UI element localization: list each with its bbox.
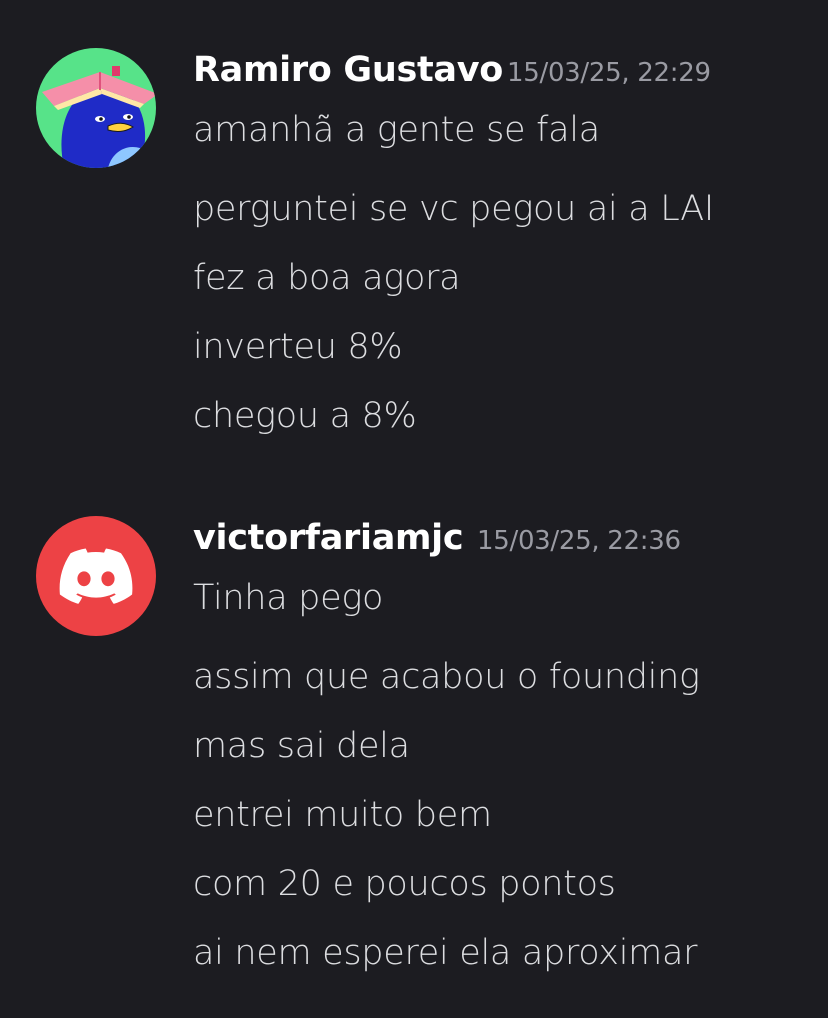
message-line: com 20 e poucos pontos [193, 864, 616, 904]
discord-logo-icon [36, 516, 156, 636]
username[interactable]: Ramiro Gustavo [193, 50, 503, 90]
message-line: entrei muito bem [193, 795, 492, 835]
message-line: mas sai dela [193, 726, 410, 766]
penguin-book-avatar-icon [36, 48, 156, 168]
message-line: ai nem esperei ela aproximar [193, 933, 698, 973]
message-line: inverteu 8% [193, 327, 403, 367]
username[interactable]: victorfariamjc [193, 518, 464, 558]
timestamp: 15/03/25, 22:29 [507, 58, 711, 88]
message-line: Tinha pego [193, 578, 384, 618]
message-line: chegou a 8% [193, 396, 417, 436]
message-line: perguntei se vc pegou ai a LAI [193, 189, 714, 229]
user-avatar[interactable] [36, 516, 156, 636]
message-line: assim que acabou o founding [193, 657, 700, 697]
timestamp: 15/03/25, 22:36 [477, 526, 681, 556]
user-avatar[interactable] [36, 48, 156, 168]
message-line: fez a boa agora [193, 258, 461, 298]
message-line: amanhã a gente se fala [193, 110, 600, 150]
